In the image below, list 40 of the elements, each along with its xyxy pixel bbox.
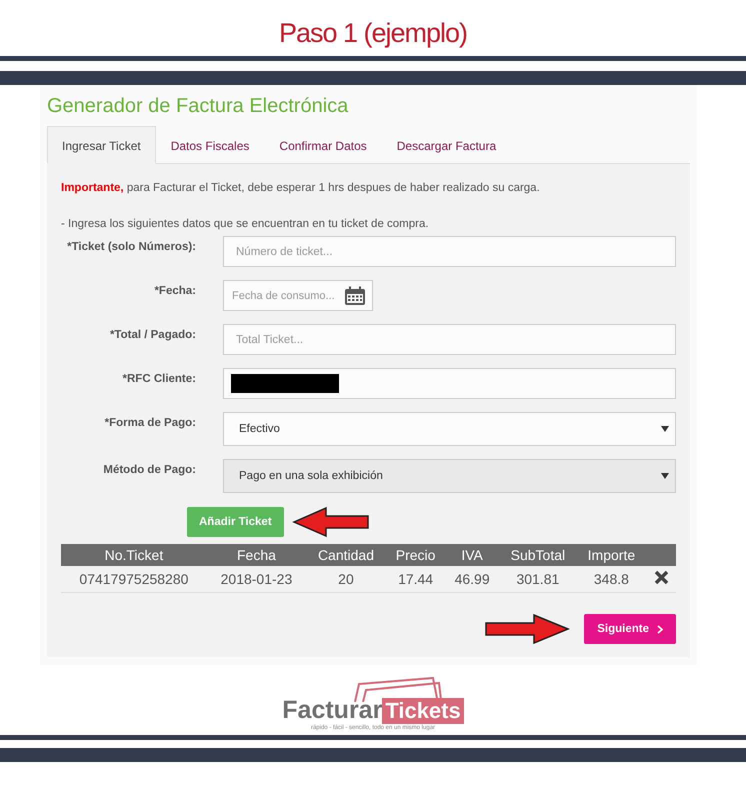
tab[interactable]: Confirmar Datos <box>264 126 382 164</box>
delete-icon[interactable] <box>654 570 668 585</box>
table-cell: 301.81 <box>516 571 560 587</box>
column-header: IVA <box>461 547 483 563</box>
select-field[interactable]: Efectivo <box>223 412 676 446</box>
field-label: *Total / Pagado: <box>108 328 196 341</box>
calendar-icon[interactable] <box>344 286 366 306</box>
column-header: No.Ticket <box>104 547 164 563</box>
column-header: Importe <box>588 547 636 563</box>
left-arrow-icon <box>292 506 370 538</box>
table-cell: 2018-01-23 <box>220 571 292 587</box>
field-label: *Ticket (solo Números): <box>66 240 196 253</box>
input-field[interactable] <box>223 368 676 399</box>
table-cell: 17.44 <box>398 571 434 587</box>
column-header: Fecha <box>236 547 276 563</box>
logo-text: Tickets <box>382 698 464 724</box>
logo-text: Facturar <box>282 696 382 724</box>
column-header: SubTotal <box>510 547 566 563</box>
column-header: Precio <box>396 547 436 563</box>
notice-text: Importante, para Facturar el Ticket, debe esperar 1 hrs despues de haber realizado su carga. <box>61 182 541 194</box>
right-arrow-icon <box>484 613 570 645</box>
field-label: *Fecha: <box>153 284 196 297</box>
tab[interactable]: Ingresar Ticket <box>47 126 156 164</box>
table-cell: 348.8 <box>594 571 629 587</box>
page-title: Paso 1 (ejemplo) <box>278 17 468 50</box>
dropdown-caret-icon <box>661 426 669 432</box>
table-cell: 46.99 <box>454 571 490 587</box>
next-button[interactable]: Siguiente <box>584 614 676 644</box>
chevron-right-icon <box>657 624 663 634</box>
tab[interactable]: Descargar Factura <box>382 126 512 164</box>
table-cell: 07417975258280 <box>79 571 188 587</box>
field-label: *Forma de Pago: <box>104 416 196 429</box>
instructions-text: - Ingresa los siguientes datos que se encuentran en tu ticket de compra. <box>61 218 430 230</box>
field-label: Método de Pago: <box>102 463 196 476</box>
dropdown-caret-icon <box>661 473 669 479</box>
tab[interactable]: Datos Fiscales <box>156 126 264 164</box>
table-cell: 20 <box>338 571 354 587</box>
column-header: Cantidad <box>318 547 374 563</box>
form-title: Generador de Factura Electrónica <box>47 95 350 118</box>
field-label: *RFC Cliente: <box>122 372 196 385</box>
